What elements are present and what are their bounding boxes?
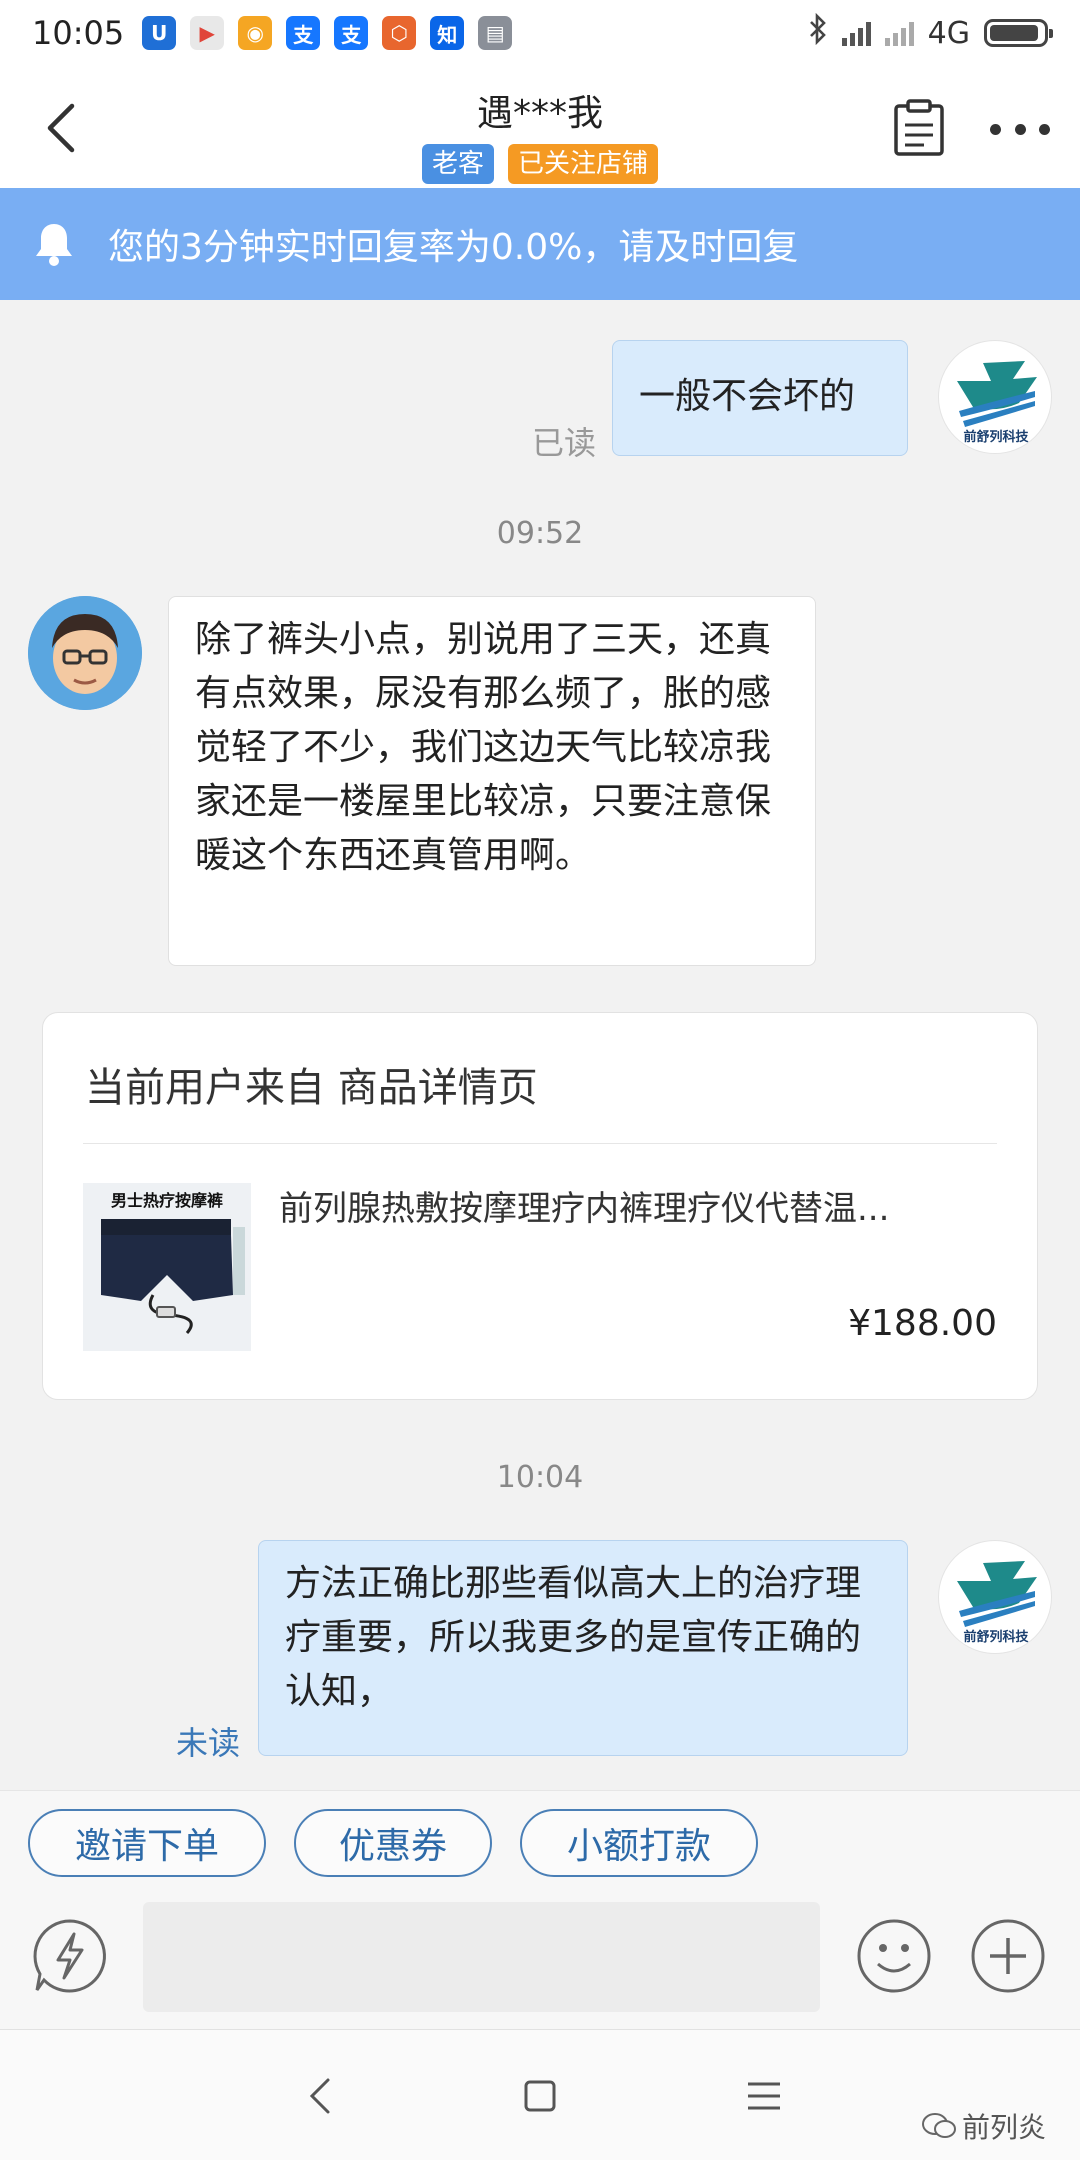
status-indicators: 4G [808, 12, 1053, 53]
product-card[interactable]: 当前用户来自 商品详情页 男士热疗按摩裤 前列腺热敷按摩理疗内裤理疗仪代替温..… [42, 1012, 1038, 1400]
chat-header: 遇***我 老客 已关注店铺 [0, 66, 1080, 188]
dot-icon [990, 123, 1001, 135]
message-text: 方法正确比那些看似高大上的治疗理疗重要，所以我更多的是宣传正确的认知， [285, 1563, 862, 1712]
add-button[interactable] [970, 1918, 1046, 1994]
product-card-title: 当前用户来自 商品详情页 [85, 1065, 538, 1111]
nav-home-button[interactable] [518, 2074, 562, 2118]
svg-text:前舒列科技: 前舒列科技 [963, 429, 1029, 445]
network-type: 4G [927, 15, 970, 51]
message-text: 除了裤头小点，别说用了三天，还真有点效果，尿没有那么频了，胀的感觉轻了不少，我们… [195, 619, 772, 876]
status-time: 10:05 [32, 14, 125, 52]
product-thumbnail[interactable]: 男士热疗按摩裤 [83, 1183, 251, 1351]
message-text: 一般不会坏的 [639, 376, 856, 417]
alipay-2-icon: 支 [334, 16, 369, 50]
divider [83, 1143, 997, 1144]
old-customer-badge: 老客 [421, 144, 494, 184]
plus-icon [971, 1919, 1045, 1993]
nav-back-icon [309, 2078, 330, 2114]
read-status: 已读 [532, 424, 597, 462]
nav-menu-icon [748, 2082, 780, 2110]
watermark-text: 前列炎 [962, 2111, 1047, 2144]
alipay-icon: 支 [286, 16, 321, 50]
shop-avatar[interactable]: 前舒列科技 [938, 1540, 1052, 1654]
bluetooth-icon [808, 12, 828, 53]
coupon-button[interactable]: 优惠券 [294, 1809, 492, 1877]
dot-icon [1039, 123, 1050, 135]
invite-order-button[interactable]: 邀请下单 [28, 1809, 266, 1877]
status-bar: 10:05 U ▶ ◉ 支支 ⬡ 知 ▤ 4G [0, 0, 1080, 66]
nav-back-button[interactable] [298, 2074, 342, 2118]
clipboard-icon [894, 99, 944, 156]
product-price: ¥188.00 [848, 1303, 997, 1344]
play-store-icon: ▶ [190, 16, 225, 50]
zhihu-icon: 知 [430, 16, 465, 50]
shop-avatar[interactable]: 前舒列科技 [938, 340, 1052, 454]
message-timestamp: 09:52 [496, 516, 584, 551]
system-nav-bar: 前列炎 [0, 2030, 1080, 2160]
calculator-icon: ▤ [478, 16, 513, 50]
small-payment-button[interactable]: 小额打款 [520, 1809, 758, 1877]
nav-menu-button[interactable] [742, 2074, 786, 2118]
shield-app-icon: ⬡ [382, 16, 417, 50]
customer-avatar[interactable] [28, 596, 142, 710]
input-bar [0, 1900, 1080, 2030]
message-bubble-incoming[interactable]: 除了裤头小点，别说用了三天，还真有点效果，尿没有那么频了，胀的感觉轻了不少，我们… [168, 596, 816, 966]
message-input[interactable] [143, 1902, 820, 2012]
notification-icons: U ▶ ◉ 支支 ⬡ 知 ▤ [142, 16, 526, 50]
shop-logo-icon: 前舒列科技 [957, 1561, 1037, 1645]
emoji-button[interactable] [856, 1918, 932, 1994]
notice-text: 您的3分钟实时回复率为0.0%，请及时回复 [108, 227, 799, 268]
u-app-icon: U [142, 16, 177, 50]
nav-home-icon [524, 2080, 556, 2112]
quick-reply-button[interactable] [32, 1918, 108, 1994]
message-bubble-outgoing[interactable]: 方法正确比那些看似高大上的治疗理疗重要，所以我更多的是宣传正确的认知， [258, 1540, 908, 1756]
chat-app-icon: ◉ [238, 16, 273, 50]
quick-actions-bar: 邀请下单 优惠券 小额打款 [0, 1790, 1080, 1900]
underwear-image-icon [101, 1219, 245, 1334]
followed-store-badge: 已关注店铺 [508, 144, 659, 184]
message-timestamp: 10:04 [496, 1460, 584, 1495]
message-bubble-outgoing[interactable]: 一般不会坏的 [612, 340, 908, 456]
bell-icon [36, 224, 72, 266]
dot-icon [1014, 123, 1026, 135]
svg-text:前舒列科技: 前舒列科技 [963, 1629, 1029, 1645]
lightning-icon [33, 1919, 106, 1993]
more-options-button[interactable] [990, 118, 1050, 140]
cartoon-avatar-icon [28, 596, 142, 710]
reply-rate-notice: 您的3分钟实时回复率为0.0%，请及时回复 [0, 188, 1080, 300]
signal-icon [841, 20, 871, 46]
smiley-icon [857, 1919, 931, 1993]
watermark: 前列炎 [922, 2106, 1046, 2146]
unread-status: 未读 [176, 1724, 241, 1762]
product-name: 前列腺热敷按摩理疗内裤理疗仪代替温... [279, 1189, 890, 1229]
wechat-icon [922, 2113, 956, 2138]
signal-2-icon [884, 20, 914, 46]
notes-button[interactable] [892, 98, 946, 158]
shop-logo-icon: 前舒列科技 [957, 361, 1037, 445]
battery-icon [984, 19, 1053, 47]
